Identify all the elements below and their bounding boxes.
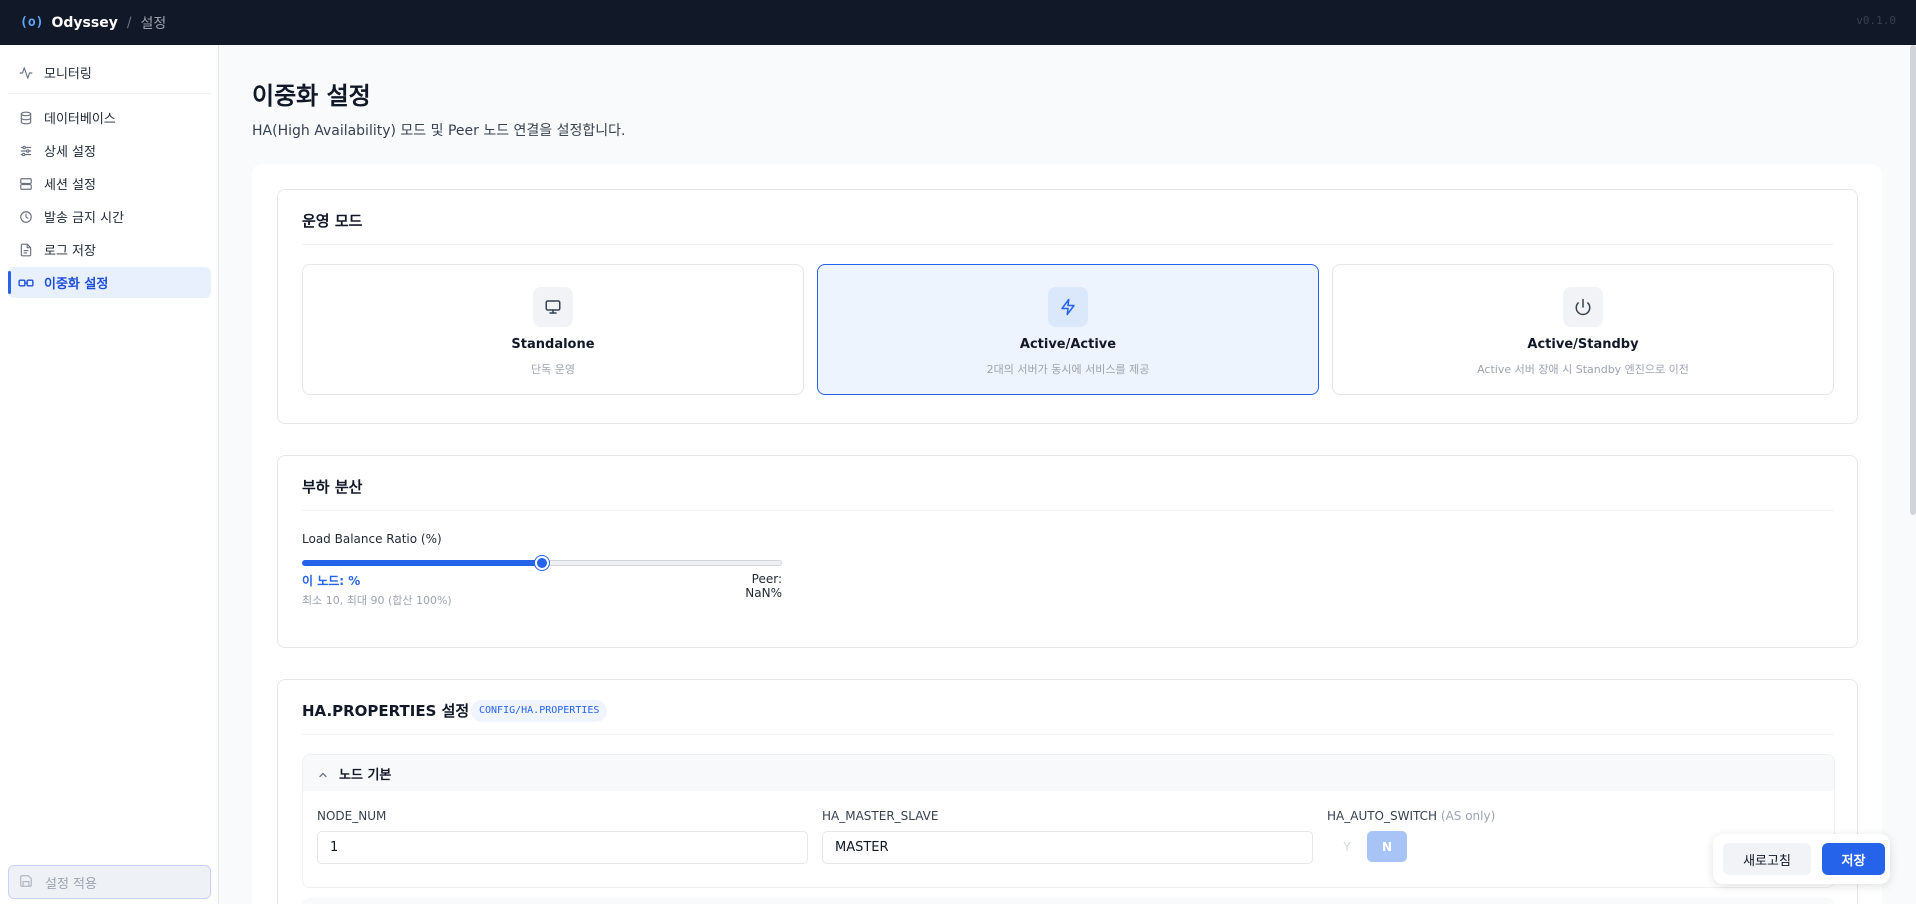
sidebar-item-session[interactable]: 세션 설정: [8, 168, 211, 199]
master-slave-label: HA_MASTER_SLAVE: [822, 809, 939, 823]
sidebar-item-database[interactable]: 데이터베이스: [8, 102, 211, 133]
load-balance-hint: 최소 10, 최대 90 (합산 100%): [302, 594, 452, 607]
mode-option-desc: 2대의 서버가 동시에 서비스를 제공: [986, 363, 1150, 376]
sidebar-item-log[interactable]: 로그 저장: [8, 234, 211, 265]
mode-option-desc: Active 서버 장애 시 Standby 엔진으로 이전: [1477, 363, 1689, 376]
ha-properties-title: HA.PROPERTIES 설정: [302, 702, 470, 720]
activity-icon: [18, 65, 34, 81]
mode-option-desc: 단독 운영: [531, 363, 575, 376]
auto-switch-note: (AS only): [1440, 809, 1496, 823]
sidebar-item-label: 데이터베이스: [44, 112, 116, 127]
node-basic-section-header[interactable]: 노드 기본: [303, 755, 1834, 791]
server-icon: [18, 176, 34, 192]
auto-switch-toggle: Y N: [1327, 831, 1407, 862]
sidebar: 모니터링 데이터베이스 상세 설정 세션 설정 발송 금지 시간 로그 저장 이…: [0, 45, 219, 904]
auto-switch-y-button[interactable]: Y: [1327, 831, 1367, 862]
clock-icon: [18, 209, 34, 225]
master-slave-input[interactable]: [822, 831, 1313, 864]
brand-name[interactable]: Odyssey: [51, 15, 117, 31]
sidebar-divider: [8, 93, 211, 94]
sidebar-item-label: 발송 금지 시간: [44, 211, 125, 226]
node-basic-section: 노드 기본 NODE_NUM HA_MASTER_SLAVE HA_AUTO_S…: [302, 754, 1835, 888]
monitor-icon: [533, 287, 573, 327]
node-num-input[interactable]: [317, 831, 808, 864]
sidebar-item-label: 세션 설정: [44, 178, 96, 193]
refresh-button[interactable]: 새로고침: [1723, 843, 1811, 875]
slider-fill: [302, 560, 542, 566]
page-title: 이중화 설정: [252, 82, 371, 110]
chevron-up-icon: [317, 766, 331, 780]
mode-option-name: Active/Standby: [1527, 337, 1639, 352]
database-icon: [18, 110, 34, 126]
slider-thumb[interactable]: [535, 556, 549, 570]
file-icon: [18, 242, 34, 258]
auto-switch-n-button[interactable]: N: [1367, 831, 1407, 862]
divider: [302, 244, 1833, 245]
load-balance-label: Load Balance Ratio (%): [302, 532, 442, 546]
next-section-header[interactable]: [302, 898, 1835, 904]
scrollbar[interactable]: [1910, 45, 1916, 515]
apply-settings-button[interactable]: 설정 적용: [8, 865, 211, 899]
sliders-icon: [18, 143, 34, 159]
divider: [302, 734, 1833, 735]
mode-card-title: 운영 모드: [302, 212, 363, 230]
save-icon: [19, 874, 35, 890]
auto-switch-label: HA_AUTO_SWITCH (AS only): [1327, 809, 1495, 823]
save-button[interactable]: 저장: [1822, 843, 1885, 875]
version-label: v0.1.0: [1856, 14, 1896, 27]
mode-option-name: Standalone: [511, 337, 595, 352]
sidebar-item-label: 상세 설정: [44, 145, 96, 160]
mode-option-standalone[interactable]: Standalone 단독 운영: [302, 264, 804, 395]
page-subtitle: HA(High Availability) 모드 및 Peer 노드 연결을 설…: [252, 123, 626, 139]
node-num-label: NODE_NUM: [317, 809, 387, 823]
divider: [302, 510, 1833, 511]
mode-option-active-standby[interactable]: Active/Standby Active 서버 장애 시 Standby 엔진…: [1332, 264, 1834, 395]
load-balance-slider[interactable]: [302, 556, 782, 570]
sidebar-item-monitoring[interactable]: 모니터링: [8, 57, 211, 88]
power-icon: [1563, 287, 1603, 327]
sidebar-item-label: 로그 저장: [44, 244, 96, 259]
mode-card: 운영 모드 Standalone 단독 운영 Active/Active 2대의…: [277, 189, 1858, 424]
load-balance-title: 부하 분산: [302, 478, 363, 496]
zap-icon: [1048, 287, 1088, 327]
auto-switch-label-text: HA_AUTO_SWITCH: [1327, 809, 1438, 823]
section-title: 노드 기본: [339, 767, 392, 783]
config-path-badge: CONFIG/HA.PROPERTIES: [471, 700, 608, 722]
node-ratio-text: 이 노드: %: [302, 574, 361, 588]
load-balance-card: 부하 분산 Load Balance Ratio (%) 이 노드: % Pee…: [277, 455, 1858, 648]
mode-option-name: Active/Active: [1019, 337, 1117, 352]
link-icon: [18, 275, 34, 291]
sidebar-item-advanced[interactable]: 상세 설정: [8, 135, 211, 166]
sidebar-item-ha[interactable]: 이중화 설정: [8, 267, 211, 298]
sidebar-item-quiet-hours[interactable]: 발송 금지 시간: [8, 201, 211, 232]
floating-action-bar: 새로고침 저장: [1713, 834, 1890, 884]
mode-option-active-active[interactable]: Active/Active 2대의 서버가 동시에 서비스를 제공: [817, 264, 1319, 395]
breadcrumb-separator: /: [126, 14, 132, 31]
top-bar: (o) Odyssey / 설정 v0.1.0: [0, 0, 1916, 45]
ha-properties-card: HA.PROPERTIES 설정 CONFIG/HA.PROPERTIES 노드…: [277, 679, 1858, 904]
logo-icon: (o): [20, 15, 44, 30]
peer-ratio-text: Peer: NaN%: [745, 572, 782, 600]
sidebar-item-label: 모니터링: [44, 67, 92, 82]
sidebar-item-label: 이중화 설정: [44, 277, 109, 292]
breadcrumb-current: 설정: [140, 15, 167, 32]
apply-settings-label: 설정 적용: [45, 876, 97, 892]
